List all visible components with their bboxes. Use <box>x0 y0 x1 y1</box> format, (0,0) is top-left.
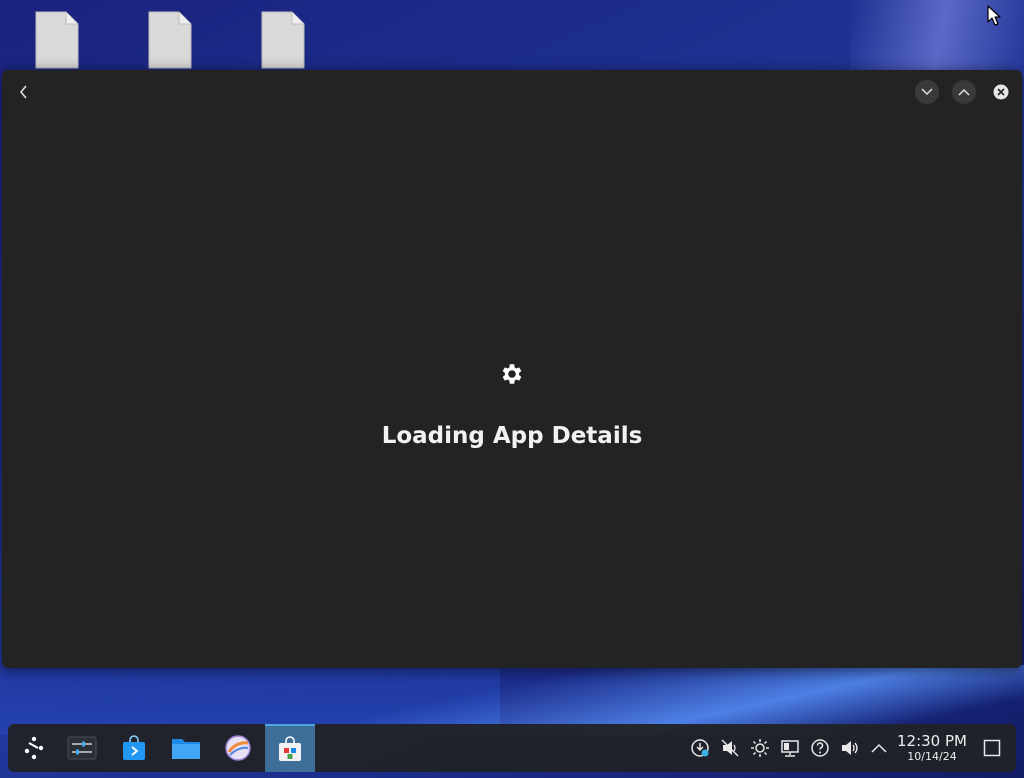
kde-launcher-icon <box>24 736 44 760</box>
web-browser-button[interactable] <box>216 724 260 772</box>
file-manager-button[interactable] <box>164 724 208 772</box>
show-desktop-icon[interactable] <box>983 739 1001 757</box>
file-icon <box>148 11 192 69</box>
discover-store-button[interactable] <box>112 724 156 772</box>
application-launcher-button[interactable] <box>12 724 56 772</box>
file-icon <box>35 11 79 69</box>
maximize-button[interactable] <box>952 80 976 104</box>
discover-task-button[interactable] <box>265 724 315 772</box>
clock-date: 10/14/24 <box>907 750 957 763</box>
help-icon <box>811 739 829 757</box>
mouse-cursor-icon <box>987 5 1001 26</box>
expand-tray-button[interactable] <box>868 737 890 759</box>
desktop-file-3[interactable] <box>260 10 306 70</box>
brightness-icon <box>751 739 769 757</box>
clock-time: 12:30 PM <box>897 732 967 750</box>
network-tray-button[interactable] <box>779 737 801 759</box>
loading-message: Loading App Details <box>381 423 643 449</box>
desktop-file-2[interactable] <box>147 10 193 70</box>
brightness-tray-button[interactable] <box>749 737 771 759</box>
network-icon <box>781 740 799 757</box>
store-bag-icon <box>123 735 145 760</box>
gear-icon <box>502 364 522 384</box>
settings-sliders-icon <box>67 736 97 760</box>
minimize-icon <box>921 88 933 96</box>
app-details-window: Loading App Details <box>2 70 1022 668</box>
mute-icon <box>721 739 739 757</box>
chevron-left-icon <box>19 85 27 99</box>
digital-clock[interactable]: 12:30 PM 10/14/24 <box>894 732 970 764</box>
minimize-button[interactable] <box>915 80 939 104</box>
close-button[interactable] <box>989 80 1013 104</box>
desktop-file-1[interactable] <box>34 10 80 70</box>
close-icon <box>993 84 1009 100</box>
system-settings-button[interactable] <box>60 724 104 772</box>
expand-tray-icon <box>871 743 887 753</box>
update-icon <box>691 739 709 757</box>
discover-icon <box>279 736 301 761</box>
file-icon <box>261 11 305 69</box>
microphone-tray-button[interactable] <box>719 737 741 759</box>
taskbar: 12:30 PM 10/14/24 <box>8 724 1016 772</box>
browser-icon <box>225 735 251 761</box>
volume-icon <box>842 741 858 755</box>
folder-icon <box>172 739 200 759</box>
updates-tray-button[interactable] <box>689 737 711 759</box>
help-tray-button[interactable] <box>809 737 831 759</box>
maximize-icon <box>958 88 970 96</box>
back-button[interactable] <box>12 80 36 104</box>
volume-tray-button[interactable] <box>839 737 861 759</box>
